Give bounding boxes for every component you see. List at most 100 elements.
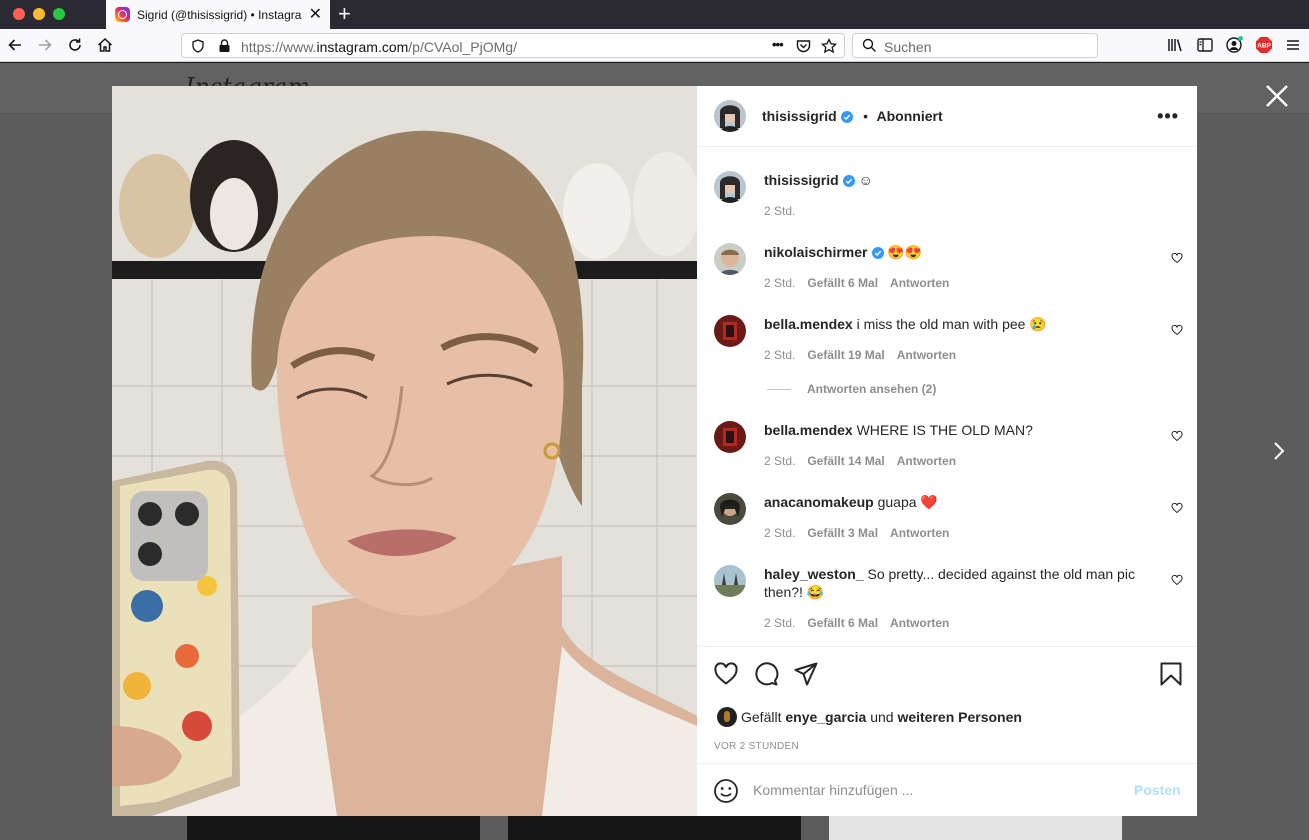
comment-meta: 2 Std. Gefällt 19 Mal Antworten [764,348,968,362]
lock-icon[interactable] [218,39,231,53]
new-tab-button[interactable]: + [338,3,351,25]
verified-badge-icon [871,247,884,259]
comment-like-heart-icon[interactable] [1171,324,1183,336]
caption-meta: 2 Std. [764,204,807,218]
comment-like-heart-icon[interactable] [1171,574,1183,586]
page-actions-icon[interactable]: ••• [772,37,784,52]
follow-status-button[interactable]: Abonniert [877,108,943,124]
comment-likes[interactable]: Gefällt 3 Mal [807,526,878,540]
author-avatar-image [714,100,746,132]
comment-username[interactable]: nikolaischirmer [764,244,868,260]
comment-likes[interactable]: Gefällt 6 Mal [807,276,878,290]
url-bar[interactable]: https://www.instagram.com/p/CVAol_PjOMg/… [181,33,845,58]
heart-icon[interactable] [713,661,739,687]
post-timestamp[interactable]: VOR 2 STUNDEN [714,741,799,752]
comment-text-line: nikolaischirmer 😍😍 [764,243,1154,261]
comment-reply-button[interactable]: Antworten [897,348,956,362]
caption-username[interactable]: thisissigrid [764,172,839,188]
liker-avatar[interactable] [717,707,737,727]
comment-meta: 2 Std. Gefällt 14 Mal Antworten [764,454,968,468]
liked-by-and: und [870,709,894,725]
comment-time[interactable]: 2 Std. [764,454,795,468]
window-zoom-button[interactable] [53,8,65,20]
menu-icon[interactable] [1284,36,1302,54]
comment-text: guapa ❤️ [877,494,938,510]
liked-by-others-button[interactable]: weiteren Personen [897,709,1022,725]
avatar[interactable] [714,171,746,203]
avatar[interactable] [714,421,746,453]
post-comment-button[interactable]: Posten [1134,782,1181,798]
comment-like-heart-icon[interactable] [1171,430,1183,442]
reload-icon[interactable] [66,36,84,54]
comment-username[interactable]: bella.mendex [764,422,853,438]
browser-tab-active[interactable]: Sigrid (@thisissigrid) • Instagra ✕ [106,0,330,29]
caption-text: ☺ [858,172,873,188]
tab-title: Sigrid (@thisissigrid) • Instagra [137,7,302,22]
shield-icon[interactable] [191,39,205,53]
library-icon[interactable] [1166,36,1184,54]
emoji-icon[interactable] [713,778,739,804]
background-thumbnail [829,815,1122,840]
instagram-favicon-icon [115,7,130,22]
search-icon [862,38,876,52]
liked-by-line: Gefällt enye_garcia und weiteren Persone… [717,707,1022,727]
avatar[interactable] [714,100,746,132]
forward-icon[interactable] [36,36,54,54]
adblock-icon[interactable]: ABP [1255,36,1273,54]
avatar[interactable] [714,315,746,347]
post-author-username[interactable]: thisissigrid [762,108,837,124]
pocket-icon[interactable] [796,39,811,53]
account-icon[interactable] [1225,36,1243,54]
comment-time[interactable]: 2 Std. [764,526,795,540]
comment-likes[interactable]: Gefällt 6 Mal [807,616,878,630]
browser-titlebar: Sigrid (@thisissigrid) • Instagra ✕ + [0,0,1309,29]
comment-reply-button[interactable]: Antworten [897,454,956,468]
separator-dot: • [863,108,869,124]
back-icon[interactable] [6,36,24,54]
save-icon[interactable] [1158,661,1184,687]
browser-search-bar[interactable]: Suchen [852,33,1098,58]
share-icon[interactable] [793,661,819,687]
avatar[interactable] [714,493,746,525]
comment-like-heart-icon[interactable] [1171,252,1183,264]
url-text: https://www.instagram.com/p/CVAol_PjOMg/ [241,39,517,55]
comment-meta: 2 Std. Gefällt 6 Mal Antworten [764,276,961,290]
comment-time[interactable]: 2 Std. [764,348,795,362]
post-actions: Gefällt enye_garcia und weiteren Persone… [697,646,1197,763]
more-icon[interactable]: ••• [1157,106,1179,127]
search-placeholder: Suchen [884,39,932,55]
selfie-image [112,86,697,816]
comment-icon[interactable] [753,661,779,687]
commenter-avatar-image [714,421,746,453]
comment-like-heart-icon[interactable] [1171,502,1183,514]
close-icon[interactable] [1263,82,1291,110]
sidebar-icon[interactable] [1196,36,1214,54]
comment-likes[interactable]: Gefällt 14 Mal [807,454,884,468]
next-arrow-icon[interactable] [1268,440,1290,462]
comment-reply-button[interactable]: Antworten [890,526,949,540]
post-photo[interactable] [112,86,697,816]
svg-text:ABP: ABP [1257,43,1271,50]
comment-username[interactable]: bella.mendex [764,316,853,332]
comment-input[interactable] [753,780,1113,800]
comment-time[interactable]: 2 Std. [764,276,795,290]
comment-reply-button[interactable]: Antworten [890,276,949,290]
avatar[interactable] [714,565,746,597]
background-thumbnail [187,815,480,840]
window-minimize-button[interactable] [33,8,45,20]
caption-time[interactable]: 2 Std. [764,204,795,218]
comment-username[interactable]: anacanomakeup [764,494,874,510]
comment-likes[interactable]: Gefällt 19 Mal [807,348,884,362]
comment-time[interactable]: 2 Std. [764,616,795,630]
avatar[interactable] [714,243,746,275]
liked-by-user[interactable]: enye_garcia [785,709,866,725]
window-close-button[interactable] [13,8,25,20]
home-icon[interactable] [96,36,114,54]
comment-reply-button[interactable]: Antworten [890,616,949,630]
tab-close-icon[interactable]: ✕ [309,6,322,23]
comment-username[interactable]: haley_weston_ [764,566,864,582]
comment-text: i miss the old man with pee 😢 [856,316,1047,332]
url-path: /p/CVAol_PjOMg/ [408,39,517,55]
view-replies-button[interactable]: Antworten ansehen (2) [767,382,936,396]
bookmark-star-icon[interactable] [821,38,837,54]
